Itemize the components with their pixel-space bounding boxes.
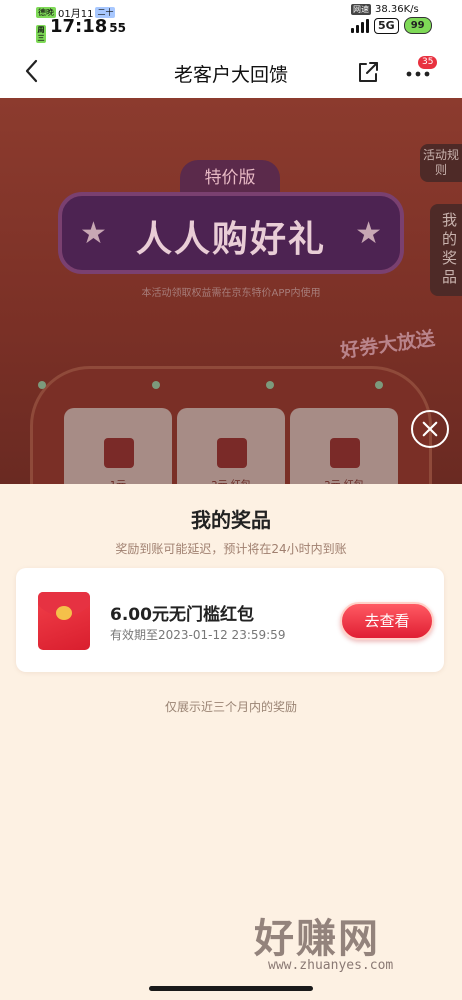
close-icon[interactable] [411,410,449,448]
prize-slot-label: 2元 红包 [177,476,285,484]
watermark: 好赚网 www.zhuanyes.com [250,906,450,980]
signal-icon [351,18,369,33]
time-text: 17:18 [50,16,108,37]
machine-light [375,381,383,389]
sheet-note: 仅展示近三个月内的奖励 [164,700,297,714]
share-icon[interactable] [356,60,380,84]
prize-slot: 2元 红包 [290,408,398,484]
battery-icon: 99 [403,17,432,34]
network-speed: 网速 38.36K/s [351,4,419,15]
activity-banner: ★ 人人购好礼 ★ [58,192,404,274]
sheet-title: 我的奖品 [191,508,271,532]
view-prize-button[interactable]: 去查看 [340,602,434,640]
star-icon: ★ [355,216,382,251]
prize-slot-label: 2元 红包 [290,476,398,484]
status-icons: 5G 99 [351,17,432,34]
activity-notice: 本活动领取权益需在京东特价APP内使用 [141,288,321,299]
watermark-text: 好赚网 [254,916,380,962]
machine-light [266,381,274,389]
page-title: 老客户大回馈 [173,64,288,86]
banner-subtitle: 特价版 [180,160,280,196]
machine-light [38,381,46,389]
prize-expiry: 有效期至2023-01-12 23:59:59 [110,628,286,642]
my-prizes-tab[interactable]: 我的奖品 [430,204,462,296]
nav-bar: 老客户大回馈 35 [0,44,462,98]
seconds-text: 55 [109,21,126,35]
speed-tag: 网速 [351,4,371,15]
status-time: 周三 17:18 55 [36,16,126,43]
notification-badge: 35 [418,56,438,69]
prize-slot-label: 1元 [64,476,172,484]
prize-slot: 2元 红包 [177,408,285,484]
watermark-url: www.zhuanyes.com [268,958,394,973]
status-bar: 德晚 01月11 二十 周三 17:18 55 网速 38.36K/s 5G 9… [0,0,462,44]
banner-title: 人人购好礼 [135,219,326,260]
speed-text: 38.36K/s [375,4,419,15]
weekday-tag: 周三 [36,25,46,43]
network-type: 5G [374,17,399,34]
prize-card: 6.00元无门槛红包 有效期至2023-01-12 23:59:59 去查看 [16,568,444,672]
red-packet-icon [217,438,247,468]
red-packet-icon [104,438,134,468]
home-indicator[interactable] [149,986,313,991]
red-packet-icon [38,592,90,650]
activity-slogan: 好券大放送 [339,327,437,363]
machine-light [152,381,160,389]
activity-background: 特价版 ★ 人人购好礼 ★ 本活动领取权益需在京东特价APP内使用 好券大放送 … [0,98,462,484]
prize-slot: 1元 [64,408,172,484]
sheet-subtitle: 奖励到账可能延迟，预计将在24小时内到账 [115,542,347,556]
rules-tab[interactable]: 活动规则 [420,144,462,182]
prize-name: 6.00元无门槛红包 [110,605,254,625]
red-packet-icon [330,438,360,468]
